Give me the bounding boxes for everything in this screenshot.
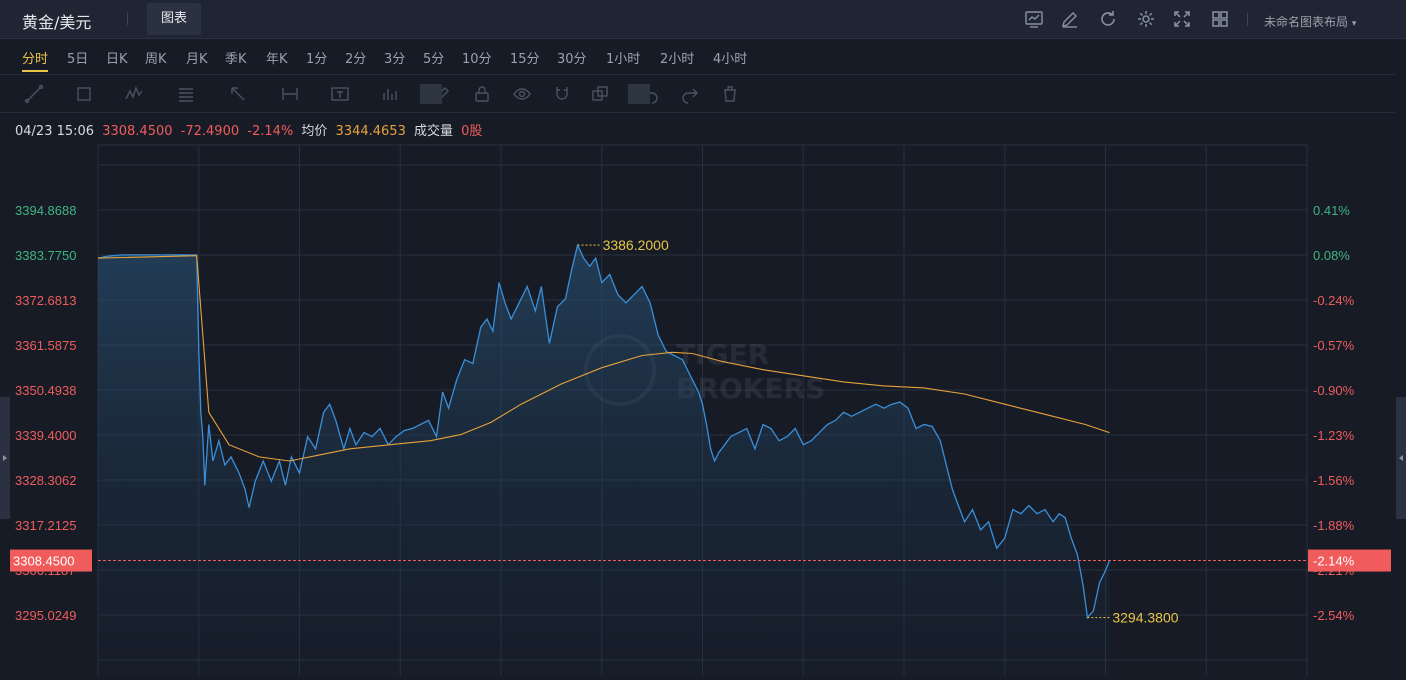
refresh-icon[interactable] <box>1098 9 1118 29</box>
period-tab[interactable]: 1分 <box>306 48 327 67</box>
layout-dropdown[interactable]: 未命名图表布局 ▾ <box>1264 13 1356 30</box>
quote-change-pct: -2.14% <box>247 124 294 139</box>
period-tab[interactable]: 10分 <box>462 48 492 67</box>
left-panel-handle[interactable] <box>0 397 10 519</box>
y-axis-right-tick: -1.88% <box>1313 518 1355 533</box>
y-axis-left-tick: 3383.7750 <box>15 248 76 263</box>
clone-icon[interactable] <box>590 84 612 104</box>
price-area <box>98 245 1110 676</box>
quote-info-line: 04/23 15:06 3308.4500 -72.4900 -2.14% 均价… <box>15 120 486 139</box>
toolbar-divider <box>420 84 442 104</box>
y-axis-left-tick: 3339.4000 <box>15 428 76 443</box>
period-bar: 分时 5日 日K 周K 月K 季K 年K 1分 2分 3分 5分 10分 15分 30分 1小时 2小时 4小时 <box>0 40 1395 75</box>
current-price-badge-label: 3308.4500 <box>13 554 74 569</box>
pattern-tool-icon[interactable] <box>124 84 146 104</box>
measure-tool-icon[interactable] <box>280 84 302 104</box>
y-axis-left-tick: 3317.2125 <box>15 518 76 533</box>
period-tab[interactable]: 周K <box>145 48 167 67</box>
period-tab[interactable]: 月K <box>186 48 208 67</box>
y-axis-right-tick: 0.41% <box>1313 203 1350 218</box>
y-axis-left-tick: 3295.0249 <box>15 608 76 623</box>
eye-icon[interactable] <box>512 84 534 104</box>
y-axis-right-tick: -1.56% <box>1313 473 1355 488</box>
symbol-title[interactable]: 黄金/美元 <box>22 9 91 33</box>
period-tab[interactable]: 分时 <box>22 48 49 72</box>
y-axis-left-tick: 3372.6813 <box>15 293 76 308</box>
period-tab[interactable]: 季K <box>225 48 247 67</box>
period-tab[interactable]: 日K <box>106 48 128 67</box>
top-bar: 黄金/美元 图表 未命名图表布局 ▾ <box>0 0 1406 39</box>
trash-icon[interactable] <box>720 84 742 104</box>
low-marker-label: 3294.3800 <box>1112 610 1178 626</box>
y-axis-right-tick: -2.54% <box>1313 608 1355 623</box>
period-tab[interactable]: 15分 <box>510 48 540 67</box>
y-axis-right-tick: -1.23% <box>1313 428 1355 443</box>
arrow-left-icon <box>1399 455 1403 461</box>
avg-label: 均价 <box>301 124 328 139</box>
y-axis-left-tick: 3328.3062 <box>15 473 76 488</box>
volume-label: 成交量 <box>414 124 454 139</box>
volume-value: 0股 <box>461 124 483 139</box>
avg-value: 3344.4653 <box>335 124 406 139</box>
layout-grid-icon[interactable] <box>1210 9 1230 29</box>
tab-chart[interactable]: 图表 <box>147 3 201 35</box>
y-axis-left-tick: 3350.4938 <box>15 383 76 398</box>
period-tab[interactable]: 2小时 <box>660 48 694 67</box>
y-axis-right-tick: -0.90% <box>1313 383 1355 398</box>
drawing-toolbar <box>0 76 1395 113</box>
lock-icon[interactable] <box>472 84 494 104</box>
rect-tool-icon[interactable] <box>74 84 96 104</box>
right-panel-handle[interactable] <box>1396 397 1406 519</box>
arrow-tool-icon[interactable] <box>228 84 250 104</box>
chart-canvas[interactable]: TIGERBROKERS3394.86883383.77503372.68133… <box>0 140 1406 676</box>
line-tool-icon[interactable] <box>24 84 46 104</box>
layout-name-label: 未命名图表布局 <box>1264 15 1349 29</box>
divider <box>1247 13 1248 26</box>
fullscreen-icon[interactable] <box>1172 9 1192 29</box>
volume-tool-icon[interactable] <box>380 84 402 104</box>
quote-price: 3308.4500 <box>102 124 173 139</box>
draw-icon[interactable] <box>1060 9 1080 29</box>
divider <box>127 12 128 25</box>
y-axis-right-tick: 0.08% <box>1313 248 1350 263</box>
period-tab[interactable]: 30分 <box>557 48 587 67</box>
caret-down-icon: ▾ <box>1351 19 1357 29</box>
period-tab[interactable]: 3分 <box>384 48 405 67</box>
watermark-text: TIGER <box>676 338 769 371</box>
fib-tool-icon[interactable] <box>176 84 198 104</box>
quote-datetime: 04/23 15:06 <box>15 124 95 139</box>
arrow-right-icon <box>3 455 7 461</box>
period-tab[interactable]: 4小时 <box>713 48 747 67</box>
quote-change: -72.4900 <box>180 124 240 139</box>
chart-type-icon[interactable] <box>1024 9 1044 29</box>
toolbar-divider <box>628 84 650 104</box>
high-marker-label: 3386.2000 <box>603 237 669 253</box>
y-axis-left-tick: 3394.8688 <box>15 203 76 218</box>
period-tab[interactable]: 年K <box>266 48 288 67</box>
period-tab[interactable]: 5分 <box>423 48 444 67</box>
period-tab[interactable]: 5日 <box>67 48 88 67</box>
y-axis-right-tick: -0.57% <box>1313 338 1355 353</box>
intraday-chart[interactable]: TIGER BROKERS 3394.8688 3383.7750 3372.6813 3… <box>0 140 1406 676</box>
current-pct-badge-label: -2.14% <box>1313 554 1355 569</box>
settings-icon[interactable] <box>1136 9 1156 29</box>
redo-icon[interactable] <box>680 84 702 104</box>
y-axis-right-tick: -0.24% <box>1313 293 1355 308</box>
period-tab[interactable]: 2分 <box>345 48 366 67</box>
period-tab[interactable]: 1小时 <box>606 48 640 67</box>
text-tool-icon[interactable] <box>330 84 352 104</box>
y-axis-left-tick: 3361.5875 <box>15 338 76 353</box>
magnet-icon[interactable] <box>552 84 574 104</box>
